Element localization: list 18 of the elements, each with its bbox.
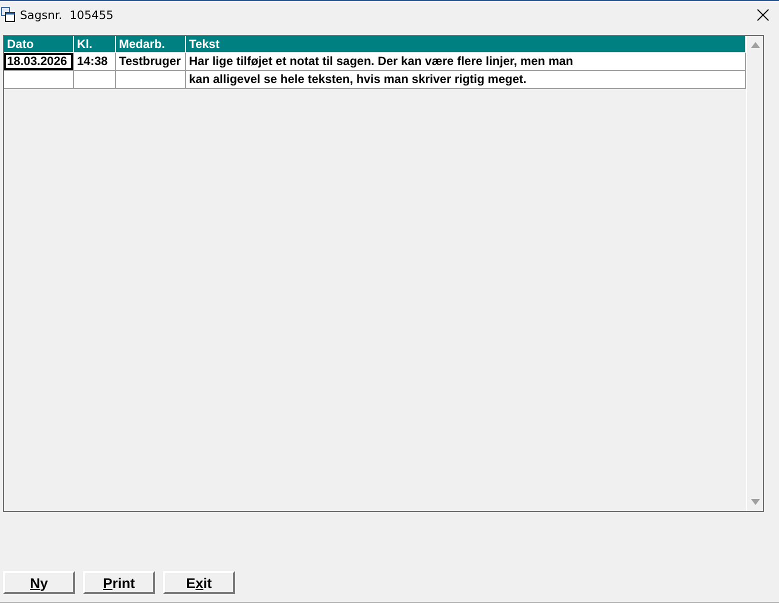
column-header[interactable]: Kl. bbox=[74, 36, 116, 53]
scroll-up-icon[interactable] bbox=[750, 42, 760, 48]
window-icon bbox=[1, 7, 15, 22]
column-header[interactable]: Tekst bbox=[186, 36, 746, 53]
table-cell: Testbruger bbox=[116, 53, 186, 71]
scroll-down-icon[interactable] bbox=[750, 499, 760, 505]
table-cell: kan alligevel se hele teksten, hvis man skriver rigtig meget. bbox=[186, 71, 746, 89]
action-button[interactable]: Ny bbox=[3, 571, 75, 594]
action-button[interactable]: Print bbox=[83, 571, 155, 594]
action-button[interactable]: Exit bbox=[163, 571, 235, 594]
window-title: Sagsnr. 105455 bbox=[20, 8, 114, 22]
column-header[interactable]: Dato bbox=[4, 36, 74, 53]
table-cell: Har lige tilføjet et notat til sagen. Der kan være flere linjer, men man bbox=[186, 53, 746, 71]
table-cell: 14:38 bbox=[74, 53, 116, 71]
scrollbar[interactable] bbox=[746, 36, 763, 511]
column-header[interactable]: Medarb. bbox=[116, 36, 186, 53]
table-cell: 18.03.2026 bbox=[4, 53, 74, 71]
close-icon[interactable] bbox=[757, 8, 769, 20]
